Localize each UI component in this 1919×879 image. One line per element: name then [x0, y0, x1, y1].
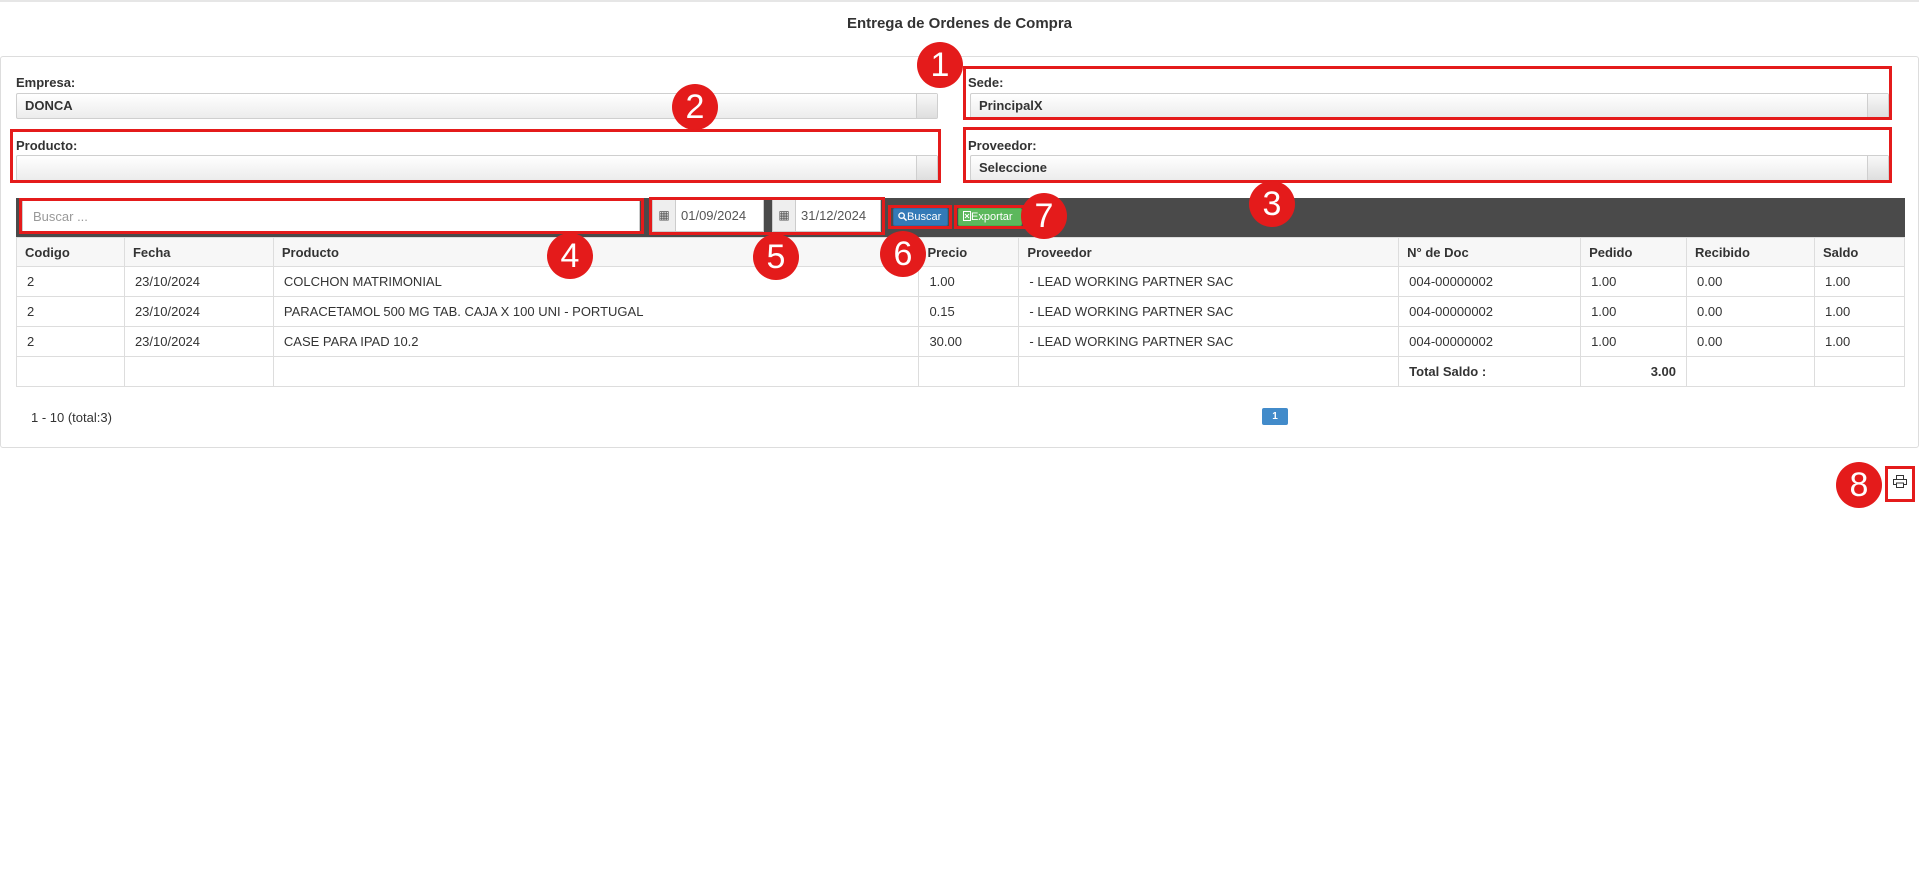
column-header[interactable]: N° de Doc — [1398, 237, 1582, 267]
annotation-badge-2: 2 — [672, 84, 718, 130]
cell-codigo: 2 — [16, 296, 125, 327]
annotation-badge-3: 3 — [1249, 181, 1295, 227]
annotation-box-exportar — [954, 205, 1026, 229]
cell-fecha: 23/10/2024 — [123, 326, 274, 357]
cell-saldo: 1.00 — [1813, 266, 1906, 297]
cell-saldo: 1.00 — [1813, 296, 1906, 327]
cell-producto: COLCHON MATRIMONIAL — [272, 266, 920, 297]
cell-precio: 0.15 — [918, 296, 1020, 327]
column-header[interactable]: Proveedor — [1018, 237, 1400, 267]
pagination-info: 1 - 10 (total:3) — [31, 410, 112, 425]
cell-pedido: 1.00 — [1580, 326, 1688, 357]
total-saldo-label: Total Saldo : — [1398, 356, 1582, 387]
cell-proveedor: - LEAD WORKING PARTNER SAC — [1018, 326, 1400, 357]
cell-doc: 004-00000002 — [1398, 266, 1582, 297]
orders-table: Codigo Fecha Producto Precio Proveedor N… — [16, 237, 1906, 387]
annotation-box-search — [19, 198, 644, 234]
cell-pedido: 1.00 — [1580, 296, 1688, 327]
page-title: Entrega de Ordenes de Compra — [846, 15, 1073, 32]
column-header[interactable]: Recibido — [1686, 237, 1815, 267]
column-header[interactable]: Codigo — [16, 237, 125, 267]
annotation-box-sede — [963, 66, 1892, 120]
page-button-1[interactable]: 1 — [1262, 408, 1288, 425]
empresa-label: Empresa: — [16, 75, 76, 90]
print-icon — [1893, 475, 1907, 488]
cell-codigo: 2 — [16, 326, 125, 357]
table-row[interactable]: 2 23/10/2024 COLCHON MATRIMONIAL 1.00 - … — [16, 266, 1906, 297]
table-row[interactable]: 2 23/10/2024 CASE PARA IPAD 10.2 30.00 -… — [16, 326, 1906, 357]
annotation-badge-6: 6 — [880, 231, 926, 277]
cell-doc: 004-00000002 — [1398, 296, 1582, 327]
annotation-box-buscar — [888, 205, 952, 229]
table-row[interactable]: 2 23/10/2024 PARACETAMOL 500 MG TAB. CAJ… — [16, 296, 1906, 327]
cell-producto: CASE PARA IPAD 10.2 — [272, 326, 920, 357]
cell-precio: 30.00 — [918, 326, 1020, 357]
total-row: Total Saldo : 3.00 — [16, 356, 1906, 387]
annotation-box-dates — [649, 197, 885, 235]
column-header[interactable]: Producto — [272, 237, 920, 267]
annotation-badge-7: 7 — [1021, 193, 1067, 239]
cell-fecha: 23/10/2024 — [123, 266, 274, 297]
cell-saldo: 1.00 — [1813, 326, 1906, 357]
cell-precio: 1.00 — [918, 266, 1020, 297]
top-border — [0, 0, 1919, 2]
annotation-badge-5: 5 — [753, 234, 799, 280]
column-header[interactable]: Precio — [918, 237, 1020, 267]
column-header[interactable]: Saldo — [1813, 237, 1906, 267]
cell-proveedor: - LEAD WORKING PARTNER SAC — [1018, 266, 1400, 297]
annotation-box-proveedor — [963, 127, 1892, 183]
total-saldo-value: 3.00 — [1580, 356, 1688, 387]
cell-codigo: 2 — [16, 266, 125, 297]
annotation-badge-4: 4 — [547, 233, 593, 279]
table-header-row: Codigo Fecha Producto Precio Proveedor N… — [16, 237, 1906, 267]
annotation-badge-8: 8 — [1836, 462, 1882, 508]
cell-recibido: 0.00 — [1686, 266, 1815, 297]
empresa-dropdown-arrow[interactable] — [916, 94, 937, 118]
column-header[interactable]: Pedido — [1580, 237, 1688, 267]
cell-recibido: 0.00 — [1686, 326, 1815, 357]
empresa-select[interactable]: DONCA — [16, 93, 938, 119]
annotation-box-producto — [10, 129, 941, 183]
cell-proveedor: - LEAD WORKING PARTNER SAC — [1018, 296, 1400, 327]
cell-pedido: 1.00 — [1580, 266, 1688, 297]
column-header[interactable]: Fecha — [123, 237, 274, 267]
cell-doc: 004-00000002 — [1398, 326, 1582, 357]
cell-recibido: 0.00 — [1686, 296, 1815, 327]
cell-producto: PARACETAMOL 500 MG TAB. CAJA X 100 UNI -… — [272, 296, 920, 327]
empresa-value: DONCA — [25, 98, 73, 113]
annotation-badge-1: 1 — [917, 42, 963, 88]
print-button[interactable] — [1885, 466, 1915, 502]
cell-fecha: 23/10/2024 — [123, 296, 274, 327]
